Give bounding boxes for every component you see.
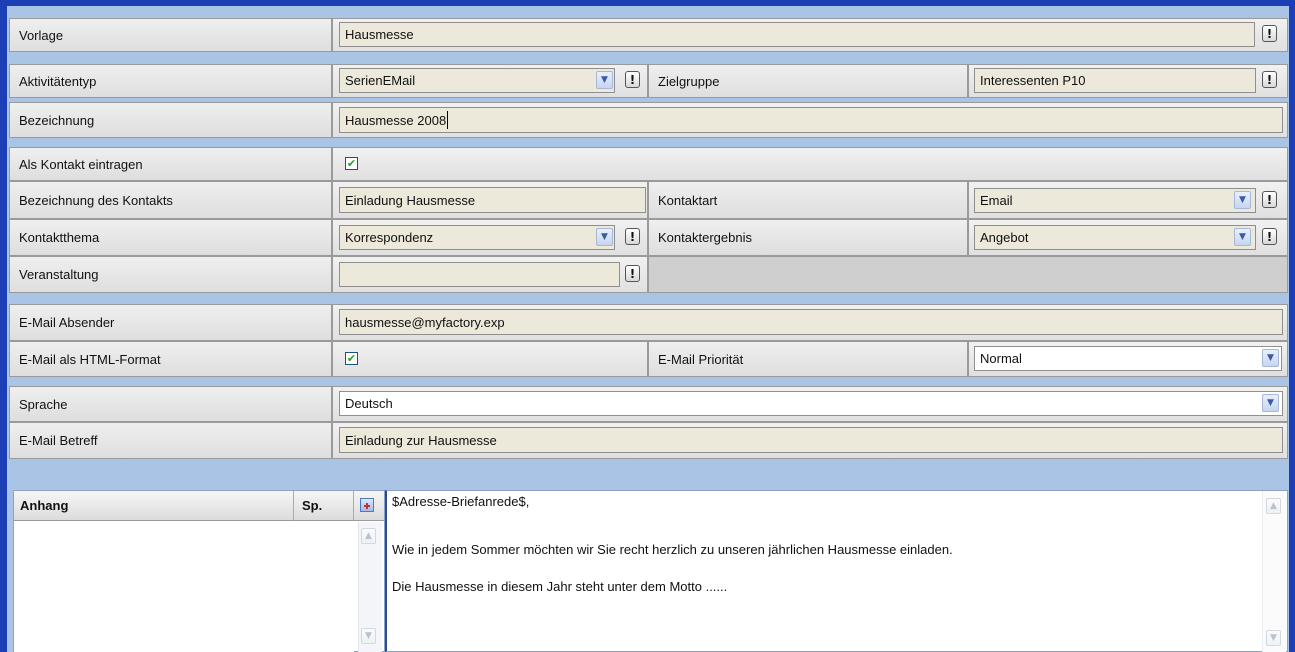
betreff-field[interactable]: Einladung zur Hausmesse	[339, 427, 1283, 453]
editor-scroll-down-icon[interactable]: ▼	[1266, 630, 1281, 646]
cell-html-format	[332, 341, 648, 377]
add-attachment-icon[interactable]	[360, 498, 374, 512]
zielgruppe-alert-icon[interactable]: !	[1262, 71, 1277, 88]
label-sprache: Sprache	[9, 386, 332, 422]
veranstaltung-alert-icon[interactable]: !	[625, 265, 640, 282]
label-veranstaltung: Veranstaltung	[9, 256, 332, 293]
label-aktivitaetentyp: Aktivitätentyp	[9, 64, 332, 98]
label-bezeichnung: Bezeichnung	[9, 102, 332, 138]
label-kontaktthema: Kontaktthema	[9, 219, 332, 256]
column-header-anhang[interactable]: Anhang	[14, 491, 294, 521]
kontaktthema-dropdown-icon[interactable]: ▼	[596, 228, 613, 246]
kontaktart-dropdown-icon[interactable]: ▼	[1234, 191, 1251, 209]
als-kontakt-checkbox[interactable]: ✔	[345, 157, 358, 170]
veranstaltung-field[interactable]	[339, 262, 620, 287]
label-html-format: E-Mail als HTML-Format	[9, 341, 332, 377]
absender-field[interactable]: hausmesse@myfactory.exp	[339, 309, 1283, 335]
label-kontaktergebnis: Kontaktergebnis	[648, 219, 968, 256]
kontaktart-select[interactable]: Email	[974, 188, 1256, 213]
aktivitaetentyp-alert-icon[interactable]: !	[625, 71, 640, 88]
aktivitaetentyp-dropdown-icon[interactable]: ▼	[596, 71, 613, 89]
vorlage-alert-icon[interactable]: !	[1262, 25, 1277, 42]
text-cursor	[447, 111, 449, 129]
editor-line-salutation: $Adresse-Briefanrede$,	[392, 494, 530, 509]
editor-scrollbar[interactable]	[1262, 491, 1286, 652]
kontaktthema-select[interactable]: Korrespondenz	[339, 225, 615, 250]
label-betreff: E-Mail Betreff	[9, 422, 332, 459]
attachment-list[interactable]	[14, 522, 354, 652]
label-vorlage: Vorlage	[9, 18, 332, 52]
cell-als-kontakt	[332, 147, 1288, 181]
label-bezeichnung-kontakt: Bezeichnung des Kontakts	[9, 181, 332, 219]
message-editor[interactable]	[385, 490, 1288, 652]
zielgruppe-field[interactable]: Interessenten P10	[974, 68, 1256, 93]
kontaktart-alert-icon[interactable]: !	[1262, 191, 1277, 208]
vorlage-field[interactable]: Hausmesse	[339, 22, 1255, 47]
kontaktergebnis-alert-icon[interactable]: !	[1262, 228, 1277, 245]
bezeichnung-value: Hausmesse 2008	[345, 112, 447, 128]
editor-line-motto: Die Hausmesse in diesem Jahr steht unter…	[392, 579, 728, 594]
label-als-kontakt: Als Kontakt eintragen	[9, 147, 332, 181]
sprache-select[interactable]: Deutsch	[339, 391, 1283, 416]
kontaktergebnis-select[interactable]: Angebot	[974, 225, 1256, 250]
sprache-dropdown-icon[interactable]: ▼	[1262, 394, 1279, 412]
label-absender: E-Mail Absender	[9, 304, 332, 341]
prioritaet-select[interactable]: Normal	[974, 346, 1282, 371]
attachment-scroll-up-icon[interactable]: ▲	[361, 528, 376, 544]
prioritaet-dropdown-icon[interactable]: ▼	[1262, 349, 1279, 367]
label-prioritaet: E-Mail Priorität	[648, 341, 968, 377]
aktivitaetentyp-select[interactable]: SerienEMail	[339, 68, 615, 93]
attachment-scroll-down-icon[interactable]: ▼	[361, 628, 376, 644]
label-zielgruppe: Zielgruppe	[648, 64, 968, 98]
veranstaltung-empty-area	[648, 256, 1288, 293]
kontaktergebnis-dropdown-icon[interactable]: ▼	[1234, 228, 1251, 246]
bezeichnung-input[interactable]: Hausmesse 2008	[339, 107, 1283, 133]
editor-scroll-up-icon[interactable]: ▲	[1266, 498, 1281, 514]
kontaktthema-alert-icon[interactable]: !	[625, 228, 640, 245]
column-header-sp[interactable]: Sp.	[294, 491, 354, 521]
html-format-checkbox[interactable]: ✔	[345, 352, 358, 365]
editor-line-invitation: Wie in jedem Sommer möchten wir Sie rech…	[392, 542, 953, 557]
label-kontaktart: Kontaktart	[648, 181, 968, 219]
bezeichnung-kontakt-field[interactable]: Einladung Hausmesse	[339, 187, 646, 213]
